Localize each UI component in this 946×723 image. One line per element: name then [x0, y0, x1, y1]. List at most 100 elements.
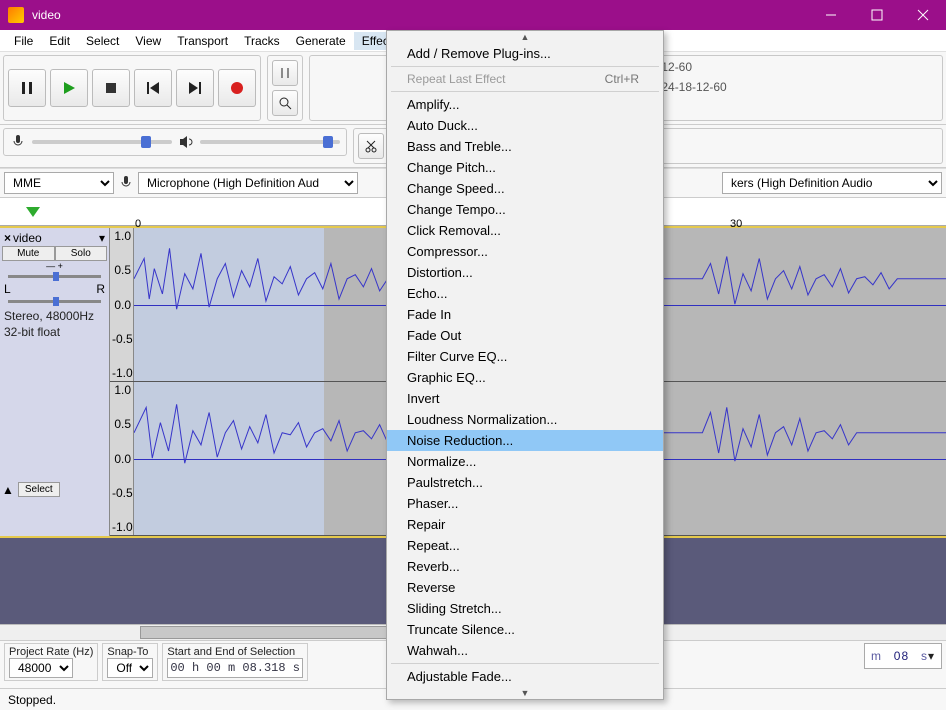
menu-view[interactable]: View [127, 32, 169, 50]
tools-toolbar [267, 55, 303, 121]
menu-item-distortion[interactable]: Distortion... [387, 262, 663, 283]
menu-tracks[interactable]: Tracks [236, 32, 288, 50]
meter-tick: -18 [675, 80, 692, 94]
pause-button[interactable] [8, 69, 46, 107]
window-titlebar: video [0, 0, 946, 30]
meter-tick: 0 [685, 60, 692, 74]
menu-item-add-remove-plugins[interactable]: Add / Remove Plug-ins... [387, 43, 663, 64]
track-control-panel: × video ▾ Mute Solo — + LR Stereo, 48000… [0, 228, 110, 536]
pan-right-label: R [96, 282, 105, 296]
menu-item-fade-in[interactable]: Fade In [387, 304, 663, 325]
snap-to-label: Snap-To [107, 646, 153, 658]
menu-select[interactable]: Select [78, 32, 127, 50]
menu-item-wahwah[interactable]: Wahwah... [387, 640, 663, 661]
menu-item-change-tempo[interactable]: Change Tempo... [387, 199, 663, 220]
menu-transport[interactable]: Transport [169, 32, 236, 50]
track-menu-chevron-icon[interactable]: ▾ [99, 231, 105, 245]
minimize-button[interactable] [808, 0, 854, 30]
selection-start-field[interactable]: 00 h 00 m 08.318 s [167, 658, 303, 678]
audio-position-display[interactable]: m 08 s▾ [864, 643, 942, 669]
window-title: video [32, 8, 61, 22]
skip-start-button[interactable] [134, 69, 172, 107]
menu-item-loudness-normalization[interactable]: Loudness Normalization... [387, 409, 663, 430]
playback-volume-slider[interactable] [200, 140, 340, 144]
menu-item-echo[interactable]: Echo... [387, 283, 663, 304]
menu-item-click-removal[interactable]: Click Removal... [387, 220, 663, 241]
project-rate-label: Project Rate (Hz) [9, 646, 93, 658]
track-collapse-icon[interactable]: ▲ [2, 483, 14, 497]
menu-item-fade-out[interactable]: Fade Out [387, 325, 663, 346]
playback-device-select[interactable]: kers (High Definition Audio [722, 172, 942, 194]
amplitude-scale: 1.00.50.0-0.5-1.0 [110, 228, 134, 381]
close-button[interactable] [900, 0, 946, 30]
amplitude-scale: 1.00.50.0-0.5-1.0 [110, 382, 134, 535]
menu-item-adjustable-fade[interactable]: Adjustable Fade... [387, 666, 663, 687]
menu-item-noise-reduction[interactable]: Noise Reduction... [387, 430, 663, 451]
transport-toolbar [3, 55, 261, 121]
project-rate-select[interactable]: 48000 [9, 658, 73, 678]
menu-item-filter-curve-eq[interactable]: Filter Curve EQ... [387, 346, 663, 367]
record-button[interactable] [218, 69, 256, 107]
menu-separator [391, 91, 659, 92]
cut-button[interactable] [358, 133, 384, 159]
track-name[interactable]: video [13, 231, 97, 245]
menu-item-truncate-silence[interactable]: Truncate Silence... [387, 619, 663, 640]
menu-item-bass-and-treble[interactable]: Bass and Treble... [387, 136, 663, 157]
menu-separator [391, 663, 659, 664]
menu-generate[interactable]: Generate [288, 32, 354, 50]
selection-tool-button[interactable] [272, 60, 298, 86]
recording-volume-toolbar [3, 128, 347, 156]
menu-item-phaser[interactable]: Phaser... [387, 493, 663, 514]
playhead-marker-icon[interactable] [26, 207, 40, 217]
track-bitdepth-label: 32-bit float [4, 325, 105, 341]
zoom-tool-button[interactable] [272, 90, 298, 116]
solo-button[interactable]: Solo [55, 246, 108, 261]
mute-button[interactable]: Mute [2, 246, 55, 261]
menu-separator [391, 66, 659, 67]
meter-tick: -12 [692, 80, 709, 94]
menu-item-sliding-stretch[interactable]: Sliding Stretch... [387, 598, 663, 619]
meter-tick: -6 [709, 80, 720, 94]
track-close-button[interactable]: × [4, 231, 11, 245]
menu-item-amplify[interactable]: Amplify... [387, 94, 663, 115]
status-text: Stopped. [8, 693, 56, 707]
menu-file[interactable]: File [6, 32, 41, 50]
menu-item-invert[interactable]: Invert [387, 388, 663, 409]
mic-icon [10, 134, 26, 150]
menu-scroll-up-icon[interactable]: ▲ [387, 31, 663, 43]
menu-edit[interactable]: Edit [41, 32, 78, 50]
audio-host-select[interactable]: MME [4, 172, 114, 194]
recording-device-select[interactable]: Microphone (High Definition Aud [138, 172, 358, 194]
play-button[interactable] [50, 69, 88, 107]
gain-slider[interactable] [8, 275, 101, 278]
skip-end-button[interactable] [176, 69, 214, 107]
app-icon [8, 7, 24, 23]
menu-item-repeat-last: Repeat Last EffectCtrl+R [387, 69, 663, 89]
selection-label: Start and End of Selection [167, 646, 303, 658]
menu-scroll-down-icon[interactable]: ▼ [387, 687, 663, 699]
meter-tick: 0 [720, 80, 727, 94]
recording-volume-slider[interactable] [32, 140, 172, 144]
maximize-button[interactable] [854, 0, 900, 30]
menu-item-change-speed[interactable]: Change Speed... [387, 178, 663, 199]
menu-item-repair[interactable]: Repair [387, 514, 663, 535]
menu-item-reverb[interactable]: Reverb... [387, 556, 663, 577]
meter-tick: -6 [675, 60, 686, 74]
menu-item-reverse[interactable]: Reverse [387, 577, 663, 598]
menu-item-change-pitch[interactable]: Change Pitch... [387, 157, 663, 178]
pan-slider[interactable] [8, 300, 101, 303]
menu-item-compressor[interactable]: Compressor... [387, 241, 663, 262]
snap-to-select[interactable]: Off [107, 658, 153, 678]
stop-button[interactable] [92, 69, 130, 107]
menu-item-repeat[interactable]: Repeat... [387, 535, 663, 556]
mic-icon [118, 175, 134, 191]
effect-menu-dropdown: ▲ Add / Remove Plug-ins... Repeat Last E… [386, 30, 664, 700]
track-select-button[interactable]: Select [18, 482, 60, 497]
pan-left-label: L [4, 282, 11, 296]
menu-item-auto-duck[interactable]: Auto Duck... [387, 115, 663, 136]
edit-toolbar [353, 128, 389, 164]
menu-item-graphic-eq[interactable]: Graphic EQ... [387, 367, 663, 388]
menu-item-paulstretch[interactable]: Paulstretch... [387, 472, 663, 493]
track-format-label: Stereo, 48000Hz [4, 309, 105, 325]
menu-item-normalize[interactable]: Normalize... [387, 451, 663, 472]
